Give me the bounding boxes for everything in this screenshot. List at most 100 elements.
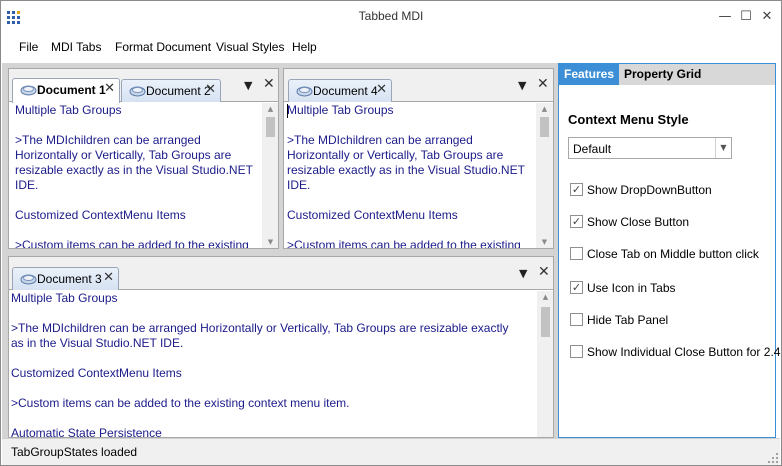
tab-document-2[interactable]: Document 2 ✕ (121, 79, 221, 102)
menu-mdi-tabs[interactable]: MDI Tabs (51, 40, 101, 54)
document-icon (20, 85, 37, 96)
tab-group-3: Document 3 ✕ ▼ ✕ Multiple Tab Groups >The… (8, 256, 554, 438)
resize-grip-icon[interactable] (768, 453, 778, 463)
checkbox-unchecked[interactable] (570, 313, 583, 326)
tab-dropdown-icon[interactable]: ▼ (519, 267, 527, 280)
document-icon (129, 86, 146, 97)
document-line: Automatic State Persistence (11, 426, 162, 438)
maximize-button[interactable]: ☐ (736, 7, 756, 27)
tab-close-icon[interactable]: ✕ (104, 81, 115, 96)
context-menu-style-heading: Context Menu Style (568, 112, 689, 127)
checkbox-checked[interactable]: ✓ (570, 281, 583, 294)
status-text: TabGroupStates loaded (11, 445, 138, 459)
tab-strip: Document 4 ✕ ▼ ✕ (284, 69, 553, 102)
document-line: IDE. (287, 178, 311, 192)
status-bar: TabGroupStates loaded (2, 438, 780, 465)
tab-label: Document 3 (37, 272, 102, 286)
document-line: Horizontally or Vertically, Tab Groups a… (15, 148, 232, 162)
document-line: resizable exactly as in the Visual Studi… (287, 163, 525, 177)
tab-group-1: Document 1 ✕ Document 2 ✕ ▼ ✕ Multiple T… (8, 68, 279, 249)
checkbox-unchecked[interactable] (570, 345, 583, 358)
tab-document-3[interactable]: Document 3 ✕ (12, 267, 119, 290)
document-line: resizable exactly as in the Visual Studi… (15, 163, 253, 177)
vertical-scrollbar[interactable]: ▲ ▼ (536, 103, 553, 248)
tab-close-icon[interactable]: ✕ (205, 82, 216, 97)
checkbox-unchecked[interactable] (570, 247, 583, 260)
document-line: >The MDIchildren can be arranged Horizon… (11, 321, 509, 335)
feature-panel: Features Property Grid Context Menu Styl… (558, 63, 780, 438)
menu-help[interactable]: Help (292, 40, 317, 54)
vertical-scrollbar[interactable]: ▲ ▼ (262, 103, 278, 248)
document-line: Multiple Tab Groups (11, 291, 118, 305)
tab-dropdown-icon[interactable]: ▼ (518, 79, 526, 92)
window-title: Tabbed MDI (358, 9, 424, 23)
document-text[interactable]: Multiple Tab Groups >The MDIchildren can … (11, 291, 509, 438)
document-icon (296, 86, 313, 97)
title-bar[interactable]: Tabbed MDI — ☐ ✕ (1, 1, 781, 31)
scroll-down-icon[interactable]: ▼ (536, 238, 553, 246)
context-menu-style-select[interactable]: Default ▼ (568, 137, 732, 159)
scroll-up-icon[interactable]: ▲ (537, 293, 553, 301)
tab-property-grid[interactable]: Property Grid (619, 64, 706, 85)
document-line: >Custom items can be added to the existi… (15, 238, 249, 249)
document-text[interactable]: Multiple Tab Groups >The MDIchildren can … (287, 103, 525, 249)
document-text[interactable]: Multiple Tab Groups >The MDIchildren can … (15, 103, 253, 249)
tab-label: Document 4 (313, 84, 378, 98)
group-close-icon[interactable]: ✕ (538, 264, 550, 280)
document-line: Multiple Tab Groups (15, 103, 122, 117)
tab-strip: Document 1 ✕ Document 2 ✕ ▼ ✕ (9, 69, 278, 103)
document-line: Horizontally or Vertically, Tab Groups a… (287, 148, 504, 162)
document-line: >Custom items can be added to the existi… (11, 396, 350, 410)
tab-strip: Document 3 ✕ ▼ ✕ (9, 257, 553, 290)
tab-label: Document 1 (37, 83, 106, 97)
option-label: Show DropDownButton (587, 183, 712, 197)
scroll-thumb[interactable] (266, 117, 275, 137)
tab-label: Document 2 (146, 84, 211, 98)
document-line: as in the Visual Studio.NET IDE. (11, 336, 184, 350)
menu-visual-styles[interactable]: Visual Styles (216, 40, 284, 54)
menu-file[interactable]: File (19, 40, 38, 54)
scroll-thumb[interactable] (541, 307, 550, 337)
chevron-down-icon[interactable]: ▼ (715, 138, 731, 158)
tab-features[interactable]: Features (559, 64, 620, 85)
document-line: >Custom items can be added to the existi… (287, 238, 521, 249)
document-line: IDE. (15, 178, 39, 192)
menu-format-document[interactable]: Format Document (115, 40, 211, 54)
document-line: Customized ContextMenu Items (15, 208, 186, 222)
checkbox-checked[interactable]: ✓ (570, 215, 583, 228)
scroll-thumb[interactable] (540, 117, 549, 137)
group-close-icon[interactable]: ✕ (537, 76, 549, 92)
option-label: Show Individual Close Button for 2.4 (587, 345, 781, 359)
tab-document-4[interactable]: Document 4 ✕ (288, 79, 392, 102)
tab-dropdown-icon[interactable]: ▼ (244, 79, 252, 92)
option-label: Close Tab on Middle button click (587, 247, 759, 261)
option-label: Hide Tab Panel (587, 313, 669, 327)
tab-close-icon[interactable]: ✕ (103, 270, 114, 285)
close-window-button[interactable]: ✕ (757, 7, 777, 27)
tab-document-1[interactable]: Document 1 ✕ (12, 78, 120, 103)
tab-close-icon[interactable]: ✕ (376, 82, 387, 97)
checkbox-checked[interactable]: ✓ (570, 183, 583, 196)
scroll-up-icon[interactable]: ▲ (536, 105, 553, 113)
mdi-area: Document 1 ✕ Document 2 ✕ ▼ ✕ Multiple T… (2, 63, 558, 438)
document-line: Customized ContextMenu Items (11, 366, 182, 380)
option-label: Use Icon in Tabs (587, 281, 676, 295)
menu-bar: File MDI Tabs Format Document Visual Sty… (1, 36, 781, 58)
minimize-button[interactable]: — (715, 7, 735, 27)
tab-group-2: Document 4 ✕ ▼ ✕ Multiple Tab Groups >The… (283, 68, 554, 249)
group-close-icon[interactable]: ✕ (263, 76, 275, 92)
document-line: Multiple Tab Groups (287, 103, 394, 117)
scroll-up-icon[interactable]: ▲ (262, 105, 278, 113)
vertical-scrollbar[interactable]: ▲ (537, 291, 553, 437)
scroll-down-icon[interactable]: ▼ (262, 238, 278, 246)
